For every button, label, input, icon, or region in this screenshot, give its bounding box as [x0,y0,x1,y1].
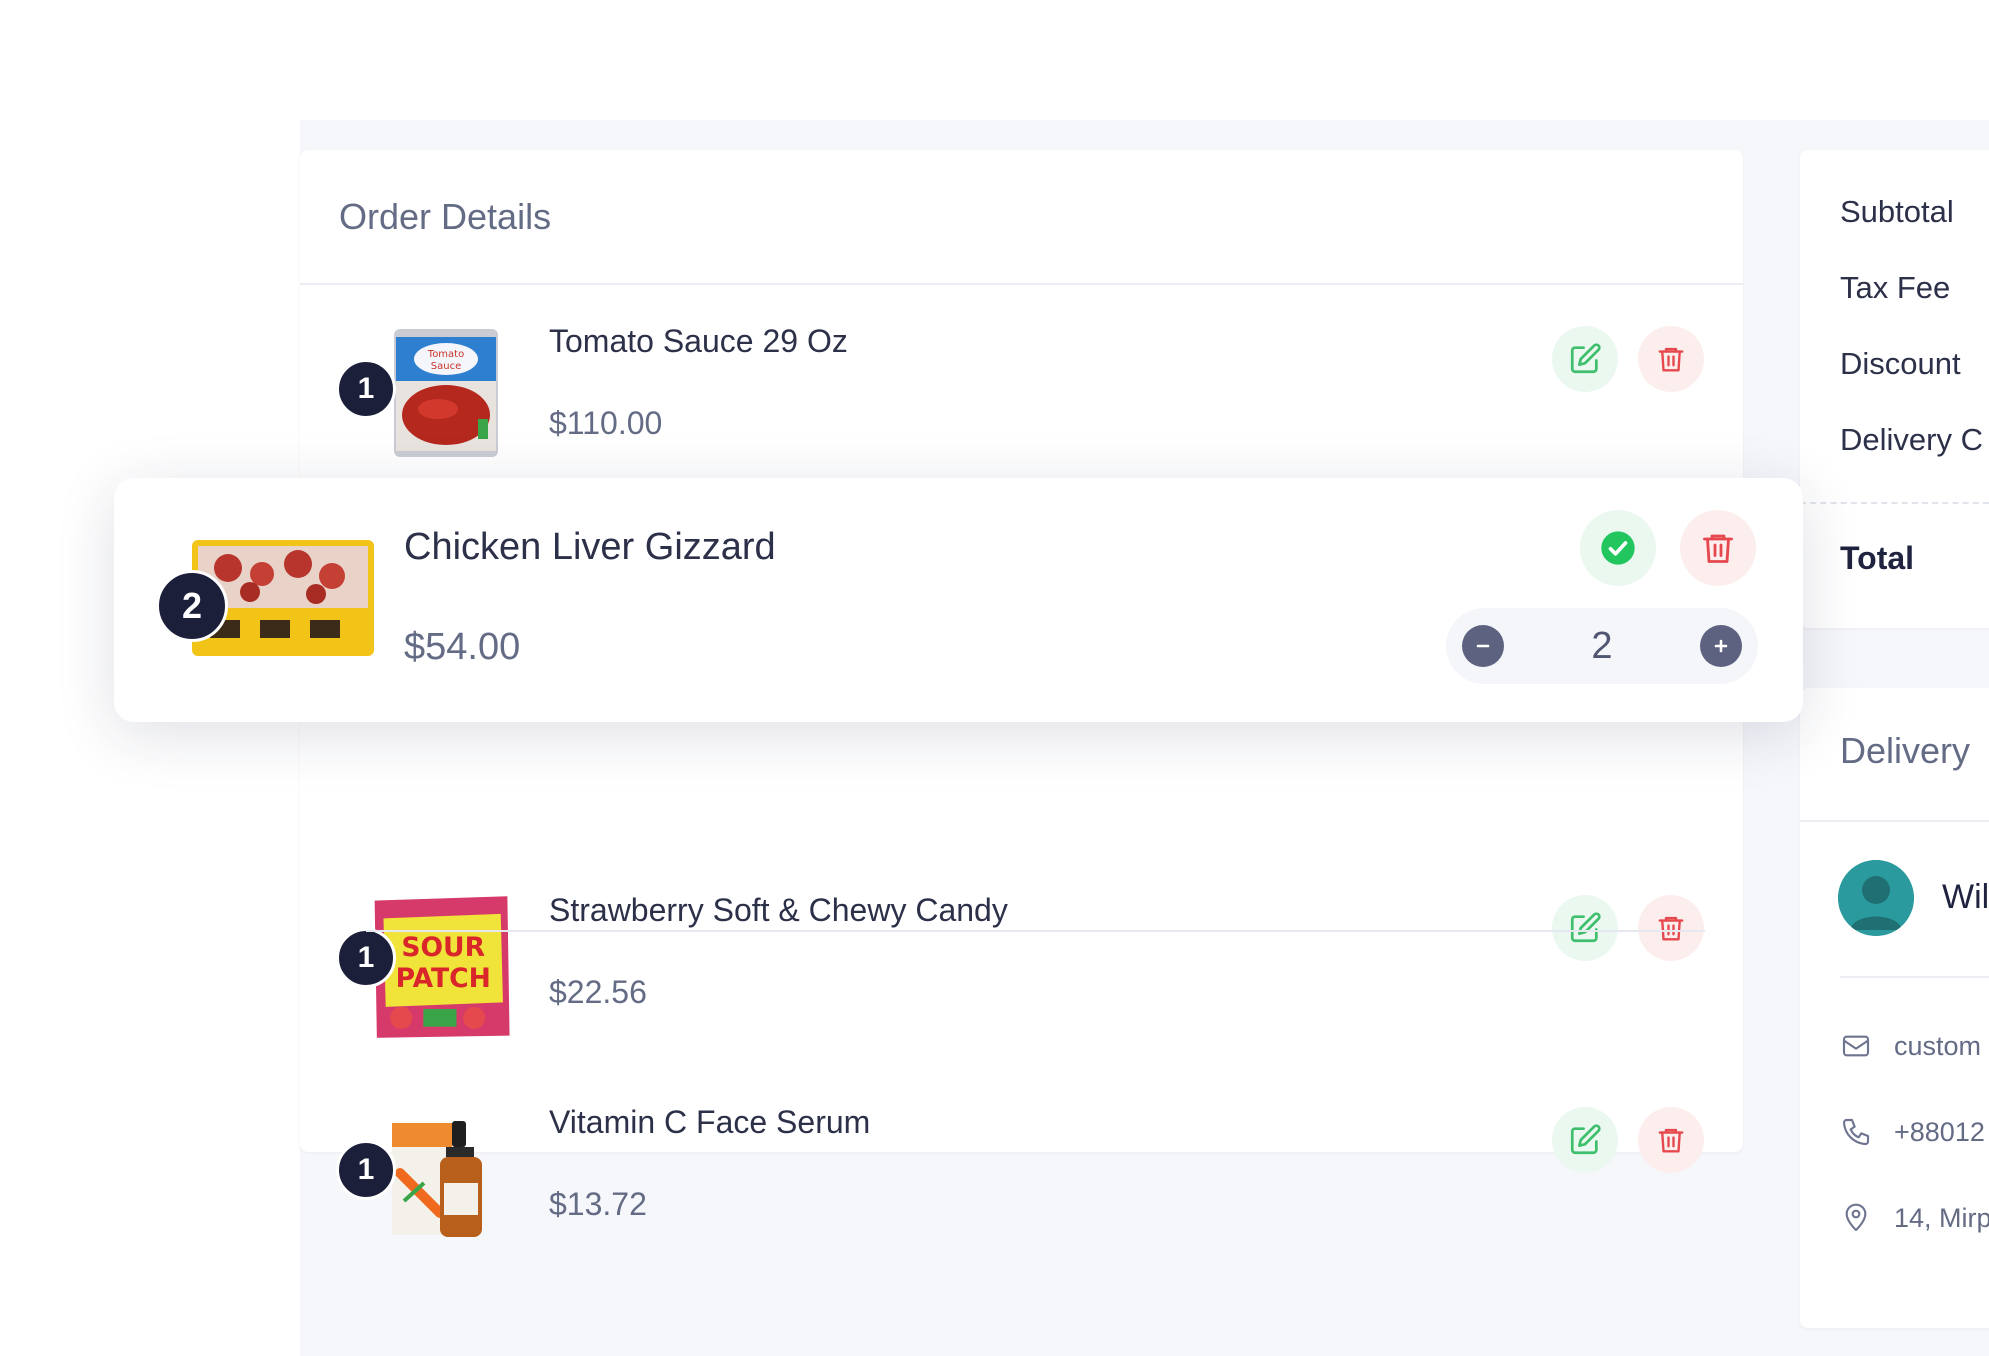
edit-button[interactable] [1552,326,1618,392]
edit-icon [1570,343,1601,374]
delete-button[interactable] [1638,895,1704,961]
subtotal-label: Subtotal [1840,194,1954,229]
customer-email-row: custom [1840,1030,1981,1062]
item-name: Tomato Sauce 29 Oz [549,323,848,359]
tomato-sauce-image: Tomato Sauce [394,329,498,457]
svg-text:SOUR: SOUR [401,932,485,963]
location-icon [1845,1203,1867,1232]
svg-text:PATCH: PATCH [396,963,491,994]
quantity-badge: 1 [336,1140,396,1200]
delivery-charge-label: Delivery C [1840,422,1983,457]
edit-button[interactable] [1552,895,1618,961]
confirm-button[interactable] [1580,510,1656,586]
order-details-title: Order Details [300,150,1743,285]
edit-button[interactable] [1552,1107,1618,1173]
discount-label: Discount [1840,346,1961,381]
item-name: Vitamin C Face Serum [549,1104,871,1140]
quantity-stepper[interactable]: 2 [1446,608,1758,684]
customer-name: Wil [1942,878,1989,916]
customer-avatar [1838,860,1914,936]
plus-icon [1714,639,1728,653]
order-item-row: Tomato Sauce 1 Tomato Sauce 29 Oz $110.0… [300,287,1743,499]
delete-button[interactable] [1638,1107,1704,1173]
trash-icon [1658,916,1684,941]
order-summary-card: Subtotal Tax Fee Discount Delivery C Tot… [1800,150,1989,628]
item-name: Strawberry Soft & Chewy Candy [549,892,1008,928]
vitamin-c-serum-image [392,1121,482,1237]
total-label: Total [1840,540,1915,576]
customer-divider [1840,976,1989,978]
quantity-badge: 1 [336,928,396,988]
quantity-badge: 1 [336,359,396,419]
item-price: $54.00 [404,626,521,668]
edit-icon [1570,1124,1601,1155]
user-avatar-icon [1838,860,1914,936]
edit-icon [1570,912,1601,943]
delete-button[interactable] [1680,510,1756,586]
editing-order-item-row: 2 Chicken Liver Gizzard $54.00 2 [114,478,1803,722]
item-price: $110.00 [549,405,663,441]
row-divider [366,930,1705,932]
customer-address-row: 14, Mirp [1840,1202,1989,1234]
order-item-row: 1 Vitamin C Face Serum $13.72 [300,1068,1743,1280]
minus-icon [1476,644,1490,648]
phone-icon [1842,1118,1870,1146]
mail-icon [1842,1035,1870,1057]
summary-divider [1800,502,1989,504]
delivery-card: Delivery Wil custom +88012 14, Mirp [1800,688,1989,1328]
delete-button[interactable] [1638,326,1704,392]
trash-icon [1658,347,1684,372]
delivery-header-divider [1800,820,1989,822]
svg-text:Tomato: Tomato [427,349,464,360]
check-circle-icon [1601,531,1635,565]
order-item-row: SOUR PATCH 1 Strawberry Soft & Chewy Can… [300,856,1743,1068]
customer-address: 14, Mirp [1894,1202,1989,1233]
customer-email: custom [1894,1030,1982,1061]
quantity-value[interactable]: 2 [1591,625,1612,668]
trash-icon [1658,1128,1684,1153]
quantity-badge: 2 [156,570,228,642]
svg-text:Sauce: Sauce [431,361,461,372]
customer-phone: +88012 [1894,1116,1985,1147]
tax-fee-label: Tax Fee [1840,270,1951,305]
delivery-title: Delivery [1840,730,1971,771]
item-price: $22.56 [549,974,647,1010]
item-price: $13.72 [549,1186,647,1222]
trash-icon [1703,534,1733,563]
increase-quantity-button[interactable] [1699,625,1742,667]
decrease-quantity-button[interactable] [1462,625,1504,667]
item-name: Chicken Liver Gizzard [404,526,776,568]
customer-phone-row: +88012 [1840,1116,1985,1148]
